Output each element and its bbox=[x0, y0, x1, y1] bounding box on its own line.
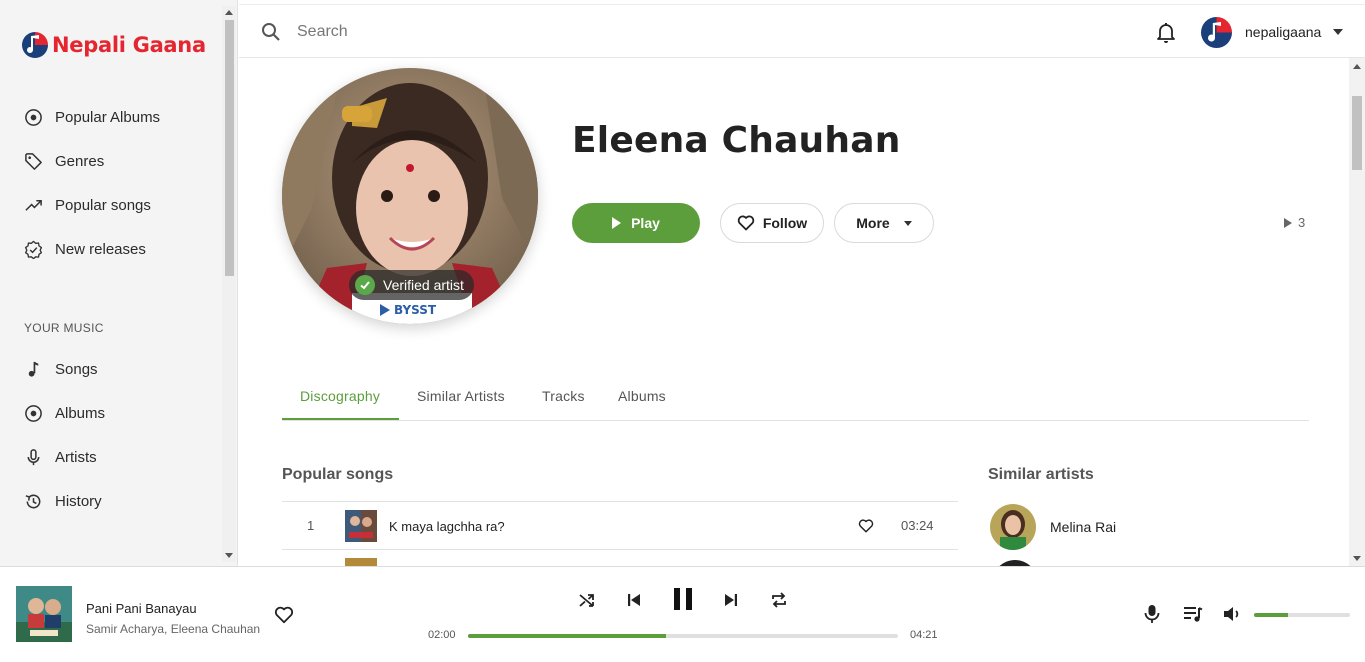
music-note-icon bbox=[28, 361, 39, 377]
tab-albums[interactable]: Albums bbox=[618, 388, 666, 404]
brand-logo[interactable]: Nepali Gaana bbox=[20, 30, 206, 60]
now-playing-cover bbox=[16, 586, 72, 642]
scroll-up-arrow-icon[interactable] bbox=[225, 10, 233, 15]
sidebar-item-genres[interactable]: Genres bbox=[24, 152, 104, 171]
total-time: 04:21 bbox=[910, 629, 938, 641]
top-bar: nepaligaana bbox=[239, 4, 1365, 58]
your-music-heading: YOUR MUSIC bbox=[24, 321, 104, 335]
username[interactable]: nepaligaana bbox=[1245, 24, 1321, 40]
mic-icon bbox=[27, 449, 40, 466]
sidebar-item-label: Songs bbox=[55, 361, 98, 378]
similar-artist-name[interactable]: Melina Rai bbox=[1050, 519, 1116, 535]
list-item[interactable]: Melina Rai bbox=[990, 504, 1116, 550]
heart-icon[interactable] bbox=[858, 518, 874, 534]
sidebar-item-label: Genres bbox=[55, 153, 105, 170]
play-button[interactable]: Play bbox=[572, 203, 700, 243]
scroll-down-arrow-icon[interactable] bbox=[225, 553, 233, 558]
sidebar-item-songs[interactable]: Songs bbox=[24, 360, 98, 379]
album-icon bbox=[25, 109, 42, 126]
notification-bell-icon[interactable] bbox=[1155, 21, 1177, 43]
sidebar-scrollbar[interactable] bbox=[222, 6, 236, 562]
tab-tracks[interactable]: Tracks bbox=[542, 388, 585, 404]
sidebar-item-label: Artists bbox=[55, 449, 97, 466]
sidebar-item-popular-songs[interactable]: Popular songs bbox=[24, 196, 151, 215]
next-track-icon[interactable] bbox=[722, 591, 740, 609]
play-count-value: 3 bbox=[1298, 215, 1306, 230]
current-time: 02:00 bbox=[428, 629, 456, 641]
sidebar-item-label: History bbox=[55, 493, 102, 510]
sidebar-item-albums[interactable]: Albums bbox=[24, 404, 105, 423]
verified-label: Verified artist bbox=[383, 277, 464, 293]
chevron-down-icon bbox=[903, 220, 912, 226]
lyrics-mic-icon[interactable] bbox=[1141, 603, 1163, 625]
now-playing-artist[interactable]: Samir Acharya, Eleena Chauhan bbox=[86, 622, 260, 636]
tab-similar-artists[interactable]: Similar Artists bbox=[417, 388, 505, 404]
heart-icon bbox=[737, 215, 755, 231]
volume-slider[interactable] bbox=[1254, 613, 1350, 617]
song-title[interactable]: K maya lagchha ra? bbox=[389, 519, 505, 534]
artist-tabs: Discography Similar Artists Tracks Album… bbox=[282, 380, 1309, 421]
sidebar-item-label: Popular songs bbox=[55, 197, 151, 214]
sidebar-item-label: Popular Albums bbox=[55, 109, 161, 126]
play-label: Play bbox=[631, 215, 660, 231]
play-count: 3 bbox=[1284, 215, 1305, 230]
table-row[interactable] bbox=[282, 549, 958, 566]
pause-icon[interactable] bbox=[670, 586, 696, 612]
sidebar-item-label: Albums bbox=[55, 405, 106, 422]
heart-icon[interactable] bbox=[274, 605, 294, 625]
more-button[interactable]: More bbox=[834, 203, 934, 243]
verified-artist-badge: Verified artist bbox=[349, 270, 474, 300]
play-icon bbox=[1284, 218, 1292, 228]
volume-fill bbox=[1254, 613, 1288, 617]
scroll-up-arrow-icon[interactable] bbox=[1353, 64, 1361, 69]
user-avatar[interactable] bbox=[1200, 16, 1233, 49]
sidebar-item-artists[interactable]: Artists bbox=[24, 448, 97, 467]
more-label: More bbox=[856, 215, 890, 231]
progress-bar[interactable] bbox=[468, 634, 898, 638]
artist-name: Eleena Chauhan bbox=[572, 120, 901, 161]
avatar bbox=[990, 504, 1036, 550]
brand-logo-icon bbox=[22, 32, 48, 58]
svg-text:BYSST: BYSST bbox=[394, 303, 437, 317]
brand-name: Nepali Gaana bbox=[52, 33, 206, 57]
new-releases-icon bbox=[24, 240, 43, 259]
sidebar-item-label: New releases bbox=[55, 241, 146, 258]
song-number: 1 bbox=[307, 518, 315, 533]
play-icon bbox=[612, 217, 622, 229]
song-cover bbox=[345, 510, 377, 542]
check-circle-icon bbox=[355, 275, 375, 295]
queue-icon[interactable] bbox=[1182, 603, 1204, 625]
follow-label: Follow bbox=[762, 215, 808, 231]
scrollbar-thumb[interactable] bbox=[225, 20, 234, 276]
progress-fill bbox=[468, 634, 666, 638]
sidebar-item-popular-albums[interactable]: Popular Albums bbox=[24, 108, 160, 127]
volume-icon[interactable] bbox=[1221, 603, 1243, 625]
player-bar: Pani Pani Banayau Samir Acharya, Eleena … bbox=[0, 566, 1365, 662]
follow-button[interactable]: Follow bbox=[720, 203, 824, 243]
now-playing-title[interactable]: Pani Pani Banayau bbox=[86, 601, 197, 616]
sidebar-item-new-releases[interactable]: New releases bbox=[24, 240, 146, 259]
search-icon[interactable] bbox=[261, 22, 281, 42]
history-icon bbox=[25, 494, 41, 509]
trending-icon bbox=[25, 199, 42, 211]
chevron-down-icon[interactable] bbox=[1333, 29, 1343, 35]
song-duration: 03:24 bbox=[901, 518, 934, 533]
search-input[interactable] bbox=[297, 20, 697, 44]
shuffle-icon[interactable] bbox=[577, 590, 597, 610]
scroll-down-arrow-icon[interactable] bbox=[1353, 556, 1361, 561]
tag-icon bbox=[25, 153, 42, 170]
tab-discography[interactable]: Discography bbox=[300, 388, 380, 404]
similar-artists-heading: Similar artists bbox=[988, 466, 1094, 483]
popular-songs-heading: Popular songs bbox=[282, 466, 394, 483]
previous-track-icon[interactable] bbox=[625, 591, 643, 609]
active-tab-indicator bbox=[282, 418, 399, 420]
sidebar: Nepali Gaana Popular Albums Genres Popul… bbox=[0, 0, 238, 566]
table-row[interactable]: 1 K maya lagchha ra? 03:24 bbox=[282, 501, 958, 549]
scrollbar-thumb[interactable] bbox=[1352, 96, 1362, 170]
song-cover bbox=[345, 558, 377, 566]
repeat-icon[interactable] bbox=[769, 590, 789, 610]
main-scrollbar[interactable] bbox=[1349, 58, 1365, 566]
sidebar-item-history[interactable]: History bbox=[24, 492, 102, 511]
album-icon bbox=[25, 405, 42, 422]
